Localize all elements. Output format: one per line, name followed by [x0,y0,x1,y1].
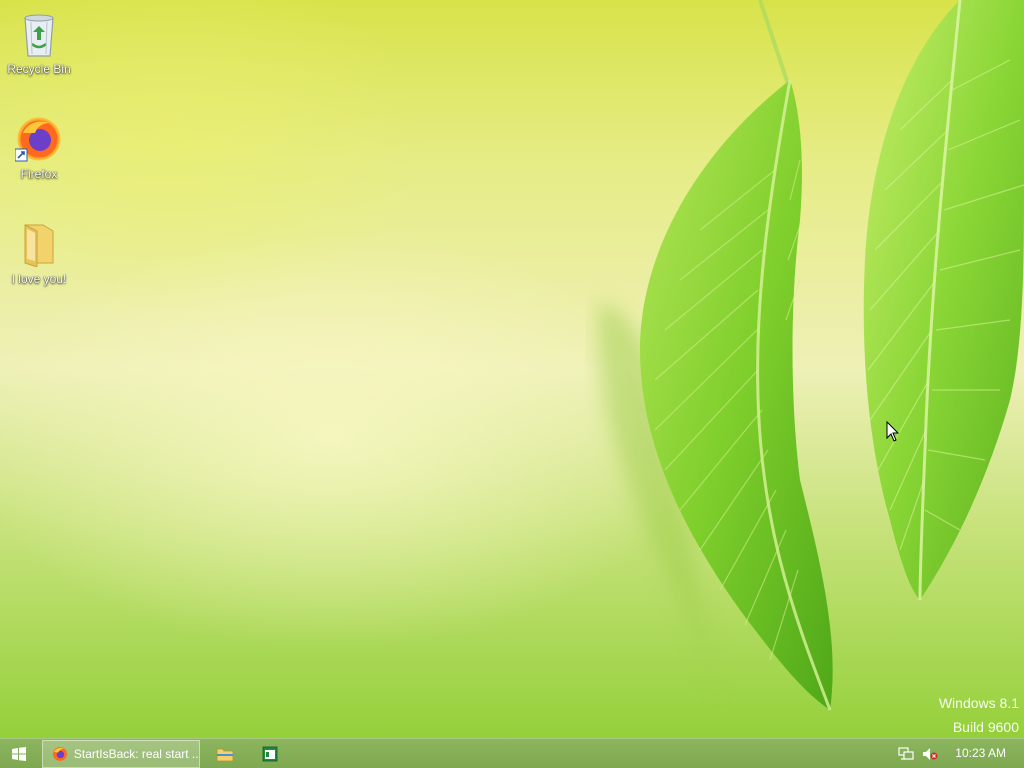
desktop-icon-folder[interactable]: I love you! [1,216,77,308]
desktop-icon-recycle-bin[interactable]: Recycle Bin [1,6,77,98]
start-button[interactable] [0,739,38,768]
desktop-icon-firefox[interactable]: Firefox [1,111,77,203]
taskbar-firefox-window[interactable]: StartIsBack: real start ... [42,740,200,768]
firefox-icon [1,111,77,167]
tray-network[interactable] [896,739,916,768]
desktop-icon-label: I love you! [11,272,67,286]
windows-logo-icon [12,746,26,761]
desktop[interactable]: Recycle Bin Firefox I love you! Windows … [0,0,1024,738]
file-explorer-icon [216,748,234,761]
windows-version-watermark: Windows 8.1 [938,695,1019,711]
desktop-icon-label: Firefox [20,167,58,181]
mouse-cursor-icon [886,421,900,442]
taskbar-file-explorer[interactable] [208,739,242,768]
desktop-icon-label: Recycle Bin [7,62,71,76]
tray-volume[interactable] [920,739,940,768]
folder-icon [1,216,77,272]
firefox-icon [52,747,67,761]
build-number-watermark: Build 9600 [952,719,1019,735]
green-window-app-icon [262,746,278,761]
volume-muted-icon [923,747,938,760]
network-icon [898,746,914,760]
taskbar-green-app[interactable] [253,739,287,768]
taskbar-clock[interactable]: 10:23 AM [955,739,1006,768]
taskbar: StartIsBack: real start ... 10:23 AM [0,738,1024,768]
recycle-bin-icon [1,6,77,62]
wallpaper-leaves [598,0,1024,711]
taskbar-window-title: StartIsBack: real start ... [73,747,199,761]
